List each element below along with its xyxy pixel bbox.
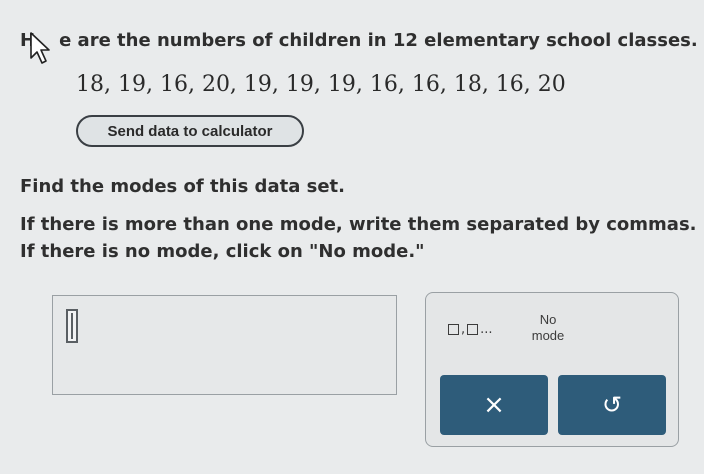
instruction-line-2: If there is no mode, click on "No mode." xyxy=(20,241,425,262)
prompt-text: e are the numbers of children in 12 elem… xyxy=(59,30,698,51)
data-values: 18, 19, 16, 20, 19, 19, 19, 16, 16, 18, … xyxy=(76,72,566,97)
undo-button[interactable]: ↺ xyxy=(558,375,666,435)
ellipsis: ... xyxy=(480,321,493,337)
undo-icon: ↺ xyxy=(601,391,623,419)
question-prompt: He are the numbers of children in 12 ele… xyxy=(20,30,698,51)
task-text: Find the modes of this data set. xyxy=(20,176,345,197)
text-cursor-icon xyxy=(66,309,78,343)
answer-input[interactable] xyxy=(52,295,397,395)
mouse-cursor-icon xyxy=(30,32,50,64)
box-icon xyxy=(467,323,479,335)
no-mode-label-line2: mode xyxy=(531,328,565,343)
no-mode-button[interactable]: No mode xyxy=(518,312,578,344)
no-mode-label-line1: No xyxy=(539,312,557,327)
close-icon: × xyxy=(483,390,505,420)
clear-button[interactable]: × xyxy=(440,375,548,435)
box-icon xyxy=(448,323,459,335)
send-to-calculator-button[interactable]: Send data to calculator xyxy=(76,115,304,147)
multiple-values-button[interactable]: , ... xyxy=(448,317,500,341)
instruction-line-1: If there is more than one mode, write th… xyxy=(20,214,697,235)
